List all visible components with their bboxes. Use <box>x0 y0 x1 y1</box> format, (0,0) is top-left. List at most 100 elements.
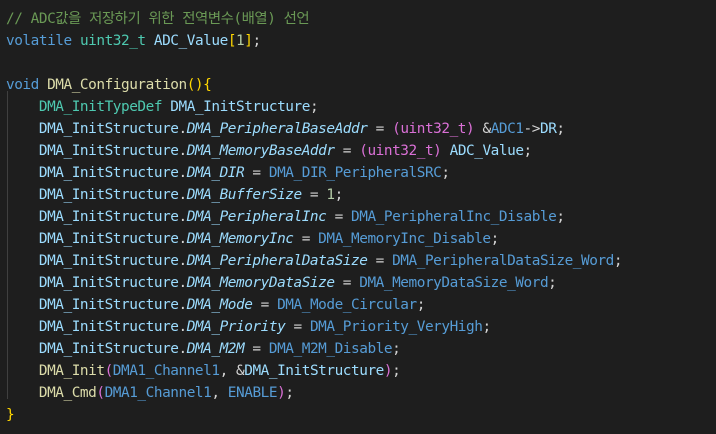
code-token: DMA_DIR_PeripheralSRC <box>268 165 442 181</box>
code-token: DMA_Cmd <box>38 385 97 401</box>
code-token: ; <box>392 363 401 379</box>
code-token: DMA_InitStructure <box>38 121 179 137</box>
code-token: DMA_InitStructure <box>38 187 179 203</box>
code-token: . <box>178 319 188 335</box>
code-token: } <box>6 407 15 423</box>
code-token: DMA_PeripheralDataSize <box>186 253 368 269</box>
code-token: . <box>178 143 188 159</box>
code-token: ; <box>556 209 565 225</box>
code-line[interactable]: DMA_InitStructure.DMA_PeripheralDataSize… <box>6 250 623 272</box>
code-line[interactable]: DMA_InitStructure.DMA_DIR = DMA_DIR_Peri… <box>6 162 450 184</box>
code-line[interactable]: DMA_InitStructure.DMA_BufferSize = 1; <box>6 184 343 206</box>
code-token: = <box>334 143 360 159</box>
code-line[interactable]: DMA_InitStructure.DMA_Priority = DMA_Pri… <box>6 316 491 338</box>
code-token: . <box>178 121 188 137</box>
code-token: ; <box>334 187 344 203</box>
code-token: ADC_Value <box>153 33 228 49</box>
code-token: () <box>186 77 204 93</box>
code-token: volatile <box>6 33 72 49</box>
code-line[interactable]: DMA_InitStructure.DMA_M2M = DMA_M2M_Disa… <box>6 338 401 360</box>
code-token: ; <box>392 341 401 357</box>
code-token: DMA_MemoryDataSize <box>186 275 335 291</box>
code-token: DMA_InitStructure <box>38 275 179 291</box>
code-token: DMA_PeripheralDataSize_Word <box>392 253 614 269</box>
code-line[interactable]: DMA_InitStructure.DMA_PeripheralInc = DM… <box>6 206 565 228</box>
code-token: DMA_InitStructure <box>38 319 179 335</box>
code-token: ( <box>104 363 114 379</box>
code-token: uint32_t <box>400 121 467 137</box>
code-token: . <box>178 341 188 357</box>
code-token: { <box>203 77 212 93</box>
code-token: = <box>244 165 269 181</box>
code-editor[interactable]: // ADC값을 저장하기 위한 전역변수(배열) 선언 volatile uin… <box>0 0 716 434</box>
code-token: DMA_InitStructure <box>38 253 179 269</box>
code-token: DMA_InitStructure <box>38 231 179 247</box>
code-token: DMA_MemoryDataSize_Word <box>359 275 549 291</box>
code-token: = <box>301 187 327 203</box>
code-line[interactable]: DMA_InitStructure.DMA_PeripheralBaseAddr… <box>6 118 565 140</box>
code-line[interactable]: } <box>6 404 15 426</box>
code-token: DMA_Priority <box>186 319 286 335</box>
code-line[interactable]: DMA_InitStructure.DMA_MemoryBaseAddr = (… <box>6 140 532 162</box>
code-token: DMA_InitStructure <box>38 297 179 313</box>
code-token: ; <box>548 275 557 291</box>
code-line[interactable]: volatile uint32_t ADC_Value[1]; <box>6 30 261 52</box>
code-token: DMA_PeripheralInc <box>186 209 327 225</box>
code-token: DMA_InitStructure <box>244 363 384 379</box>
code-line[interactable]: DMA_InitStructure.DMA_MemoryInc = DMA_Me… <box>6 228 499 250</box>
code-token: . <box>178 209 188 225</box>
code-token: DMA_InitStructure <box>170 99 310 115</box>
code-token: . <box>178 187 188 203</box>
code-token: ENABLE <box>227 385 278 401</box>
code-token: . <box>178 165 188 181</box>
code-token: DMA_InitTypeDef <box>38 99 163 115</box>
code-token: ; <box>490 231 500 247</box>
code-token: DMA_Configuration <box>47 77 187 93</box>
code-token: DMA_M2M <box>186 341 245 357</box>
code-token: = <box>334 275 360 291</box>
code-line[interactable]: DMA_InitTypeDef DMA_InitStructure; <box>6 96 319 118</box>
code-token: DMA_DIR <box>186 165 245 181</box>
code-token: ; <box>613 253 623 269</box>
code-token: = <box>326 209 352 225</box>
code-token: , <box>211 385 228 401</box>
code-token: ADC_Value <box>449 143 524 159</box>
code-token: [ <box>227 33 237 49</box>
code-token: DR <box>539 121 557 137</box>
code-token: DMA_M2M_Disable <box>268 341 393 357</box>
code-token: ; <box>309 99 319 115</box>
code-line[interactable]: DMA_Init(DMA1_Channel1, &DMA_InitStructu… <box>6 360 401 382</box>
code-token: ; <box>441 165 450 181</box>
code-line[interactable]: void DMA_Configuration(){ <box>6 74 212 96</box>
code-token: DMA1_Channel1 <box>112 363 220 379</box>
code-token: DMA_BufferSize <box>186 187 302 203</box>
code-token: DMA_Priority_VeryHigh <box>309 319 483 335</box>
code-token: . <box>178 297 188 313</box>
code-token: DMA_MemoryInc <box>186 231 294 247</box>
code-line[interactable]: DMA_InitStructure.DMA_MemoryDataSize = D… <box>6 272 557 294</box>
code-token: = <box>367 253 393 269</box>
code-token: DMA_InitStructure <box>38 143 179 159</box>
code-token: = <box>244 341 269 357</box>
code-token: . <box>178 275 188 291</box>
code-token: uint32_t <box>79 33 146 49</box>
code-token: DMA_Mode_Circular <box>277 297 417 313</box>
code-token: = <box>252 297 278 313</box>
code-token: ; <box>556 121 565 137</box>
code-line[interactable]: // ADC값을 저장하기 위한 전역변수(배열) 선언 <box>6 8 310 30</box>
code-line[interactable]: DMA_Cmd(DMA1_Channel1, ENABLE); <box>6 382 294 404</box>
code-line[interactable]: DMA_InitStructure.DMA_Mode = DMA_Mode_Ci… <box>6 294 426 316</box>
code-token: = <box>293 231 319 247</box>
code-token: ; <box>252 33 261 49</box>
